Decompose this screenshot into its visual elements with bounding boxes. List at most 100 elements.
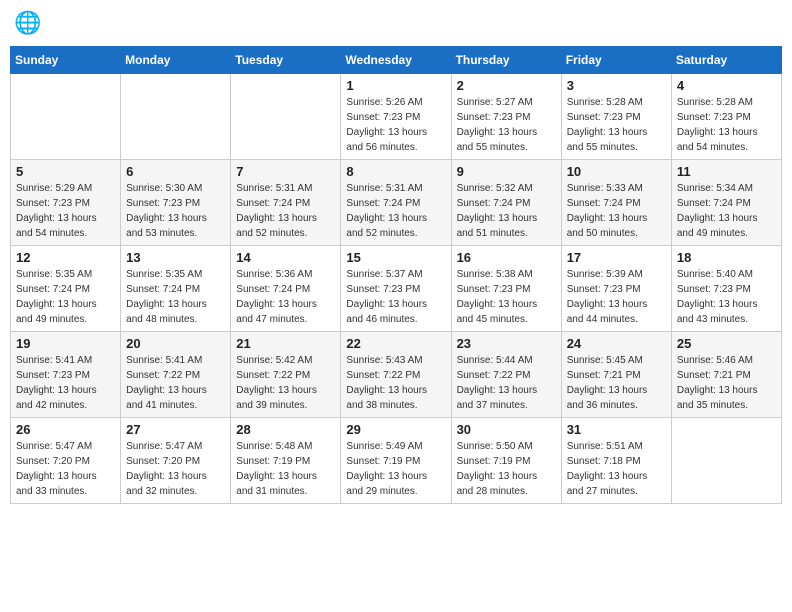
day-info: Sunrise: 5:38 AMSunset: 7:23 PMDaylight:…	[457, 267, 556, 327]
day-info: Sunrise: 5:51 AMSunset: 7:18 PMDaylight:…	[567, 439, 666, 499]
day-number: 4	[677, 78, 776, 93]
calendar-day-cell: 6Sunrise: 5:30 AMSunset: 7:23 PMDaylight…	[121, 160, 231, 246]
calendar-day-cell: 5Sunrise: 5:29 AMSunset: 7:23 PMDaylight…	[11, 160, 121, 246]
calendar-day-cell: 7Sunrise: 5:31 AMSunset: 7:24 PMDaylight…	[231, 160, 341, 246]
day-number: 10	[567, 164, 666, 179]
calendar-day-cell: 1Sunrise: 5:26 AMSunset: 7:23 PMDaylight…	[341, 74, 451, 160]
day-number: 30	[457, 422, 556, 437]
day-number: 17	[567, 250, 666, 265]
day-info: Sunrise: 5:41 AMSunset: 7:22 PMDaylight:…	[126, 353, 225, 413]
day-info: Sunrise: 5:50 AMSunset: 7:19 PMDaylight:…	[457, 439, 556, 499]
day-info: Sunrise: 5:36 AMSunset: 7:24 PMDaylight:…	[236, 267, 335, 327]
day-number: 16	[457, 250, 556, 265]
day-number: 26	[16, 422, 115, 437]
calendar-day-cell: 20 Sunrise: 5:41 AMSunset: 7:22 PMDayligh…	[121, 332, 231, 418]
calendar-day-cell: 14 Sunrise: 5:36 AMSunset: 7:24 PMDayligh…	[231, 246, 341, 332]
day-number: 15	[346, 250, 445, 265]
day-number: 22	[346, 336, 445, 351]
calendar-header-cell: Thursday	[451, 47, 561, 74]
calendar-header-cell: Sunday	[11, 47, 121, 74]
page-header: 🌐	[10, 10, 782, 38]
calendar-day-cell: 22Sunrise: 5:43 AMSunset: 7:22 PMDayligh…	[341, 332, 451, 418]
day-info: Sunrise: 5:32 AMSunset: 7:24 PMDaylight:…	[457, 181, 556, 241]
day-number: 14	[236, 250, 335, 265]
day-number: 3	[567, 78, 666, 93]
day-info: Sunrise: 5:33 AMSunset: 7:24 PMDaylight:…	[567, 181, 666, 241]
calendar-day-cell: 23 Sunrise: 5:44 AMSunset: 7:22 PMDayligh…	[451, 332, 561, 418]
day-number: 2	[457, 78, 556, 93]
calendar-day-cell: 12 Sunrise: 5:35 AMSunset: 7:24 PMDayligh…	[11, 246, 121, 332]
calendar-header-cell: Wednesday	[341, 47, 451, 74]
day-number: 7	[236, 164, 335, 179]
day-number: 20	[126, 336, 225, 351]
calendar-header-cell: Saturday	[671, 47, 781, 74]
day-info: Sunrise: 5:35 AMSunset: 7:24 PMDaylight:…	[16, 267, 115, 327]
calendar-day-cell	[231, 74, 341, 160]
day-number: 31	[567, 422, 666, 437]
calendar-day-cell: 15 Sunrise: 5:37 AMSunset: 7:23 PMDayligh…	[341, 246, 451, 332]
day-info: Sunrise: 5:28 AMSunset: 7:23 PMDaylight:…	[677, 95, 776, 155]
calendar-day-cell: 29 Sunrise: 5:49 AMSunset: 7:19 PMDayligh…	[341, 418, 451, 504]
day-info: Sunrise: 5:48 AMSunset: 7:19 PMDaylight:…	[236, 439, 335, 499]
calendar-header-cell: Tuesday	[231, 47, 341, 74]
calendar-table: SundayMondayTuesdayWednesdayThursdayFrid…	[10, 46, 782, 504]
day-info: Sunrise: 5:42 AMSunset: 7:22 PMDaylight:…	[236, 353, 335, 413]
day-info: Sunrise: 5:47 AMSunset: 7:20 PMDaylight:…	[126, 439, 225, 499]
day-info: Sunrise: 5:49 AMSunset: 7:19 PMDaylight:…	[346, 439, 445, 499]
calendar-day-cell: 9 Sunrise: 5:32 AMSunset: 7:24 PMDaylight…	[451, 160, 561, 246]
calendar-week-row: 26 Sunrise: 5:47 AMSunset: 7:20 PMDayligh…	[11, 418, 782, 504]
calendar-header-cell: Monday	[121, 47, 231, 74]
day-info: Sunrise: 5:35 AMSunset: 7:24 PMDaylight:…	[126, 267, 225, 327]
day-info: Sunrise: 5:31 AMSunset: 7:24 PMDaylight:…	[346, 181, 445, 241]
calendar-day-cell: 10 Sunrise: 5:33 AMSunset: 7:24 PMDayligh…	[561, 160, 671, 246]
calendar-week-row: 1Sunrise: 5:26 AMSunset: 7:23 PMDaylight…	[11, 74, 782, 160]
calendar-header: SundayMondayTuesdayWednesdayThursdayFrid…	[11, 47, 782, 74]
day-number: 27	[126, 422, 225, 437]
day-number: 29	[346, 422, 445, 437]
calendar-day-cell: 13 Sunrise: 5:35 AMSunset: 7:24 PMDayligh…	[121, 246, 231, 332]
calendar-day-cell: 11Sunrise: 5:34 AMSunset: 7:24 PMDayligh…	[671, 160, 781, 246]
calendar-header-cell: Friday	[561, 47, 671, 74]
day-info: Sunrise: 5:45 AMSunset: 7:21 PMDaylight:…	[567, 353, 666, 413]
day-number: 11	[677, 164, 776, 179]
day-number: 8	[346, 164, 445, 179]
day-number: 23	[457, 336, 556, 351]
day-info: Sunrise: 5:39 AMSunset: 7:23 PMDaylight:…	[567, 267, 666, 327]
day-info: Sunrise: 5:44 AMSunset: 7:22 PMDaylight:…	[457, 353, 556, 413]
day-number: 9	[457, 164, 556, 179]
logo: 🌐	[14, 10, 44, 38]
logo-icon: 🌐	[14, 10, 42, 38]
calendar-day-cell: 21 Sunrise: 5:42 AMSunset: 7:22 PMDayligh…	[231, 332, 341, 418]
calendar-day-cell: 25Sunrise: 5:46 AMSunset: 7:21 PMDayligh…	[671, 332, 781, 418]
day-info: Sunrise: 5:28 AMSunset: 7:23 PMDaylight:…	[567, 95, 666, 155]
calendar-day-cell: 27 Sunrise: 5:47 AMSunset: 7:20 PMDayligh…	[121, 418, 231, 504]
day-number: 12	[16, 250, 115, 265]
calendar-day-cell	[671, 418, 781, 504]
day-info: Sunrise: 5:27 AMSunset: 7:23 PMDaylight:…	[457, 95, 556, 155]
calendar-day-cell: 31 Sunrise: 5:51 AMSunset: 7:18 PMDayligh…	[561, 418, 671, 504]
day-number: 25	[677, 336, 776, 351]
day-number: 28	[236, 422, 335, 437]
calendar-day-cell	[121, 74, 231, 160]
calendar-body: 1Sunrise: 5:26 AMSunset: 7:23 PMDaylight…	[11, 74, 782, 504]
day-info: Sunrise: 5:37 AMSunset: 7:23 PMDaylight:…	[346, 267, 445, 327]
calendar-day-cell: 19 Sunrise: 5:41 AMSunset: 7:23 PMDayligh…	[11, 332, 121, 418]
day-info: Sunrise: 5:41 AMSunset: 7:23 PMDaylight:…	[16, 353, 115, 413]
day-info: Sunrise: 5:40 AMSunset: 7:23 PMDaylight:…	[677, 267, 776, 327]
calendar-day-cell: 2 Sunrise: 5:27 AMSunset: 7:23 PMDaylight…	[451, 74, 561, 160]
calendar-day-cell: 28 Sunrise: 5:48 AMSunset: 7:19 PMDayligh…	[231, 418, 341, 504]
day-number: 5	[16, 164, 115, 179]
svg-text:🌐: 🌐	[14, 10, 41, 35]
day-number: 13	[126, 250, 225, 265]
day-number: 21	[236, 336, 335, 351]
day-number: 18	[677, 250, 776, 265]
calendar-week-row: 12 Sunrise: 5:35 AMSunset: 7:24 PMDayligh…	[11, 246, 782, 332]
calendar-day-cell: 24Sunrise: 5:45 AMSunset: 7:21 PMDayligh…	[561, 332, 671, 418]
calendar-day-cell: 8 Sunrise: 5:31 AMSunset: 7:24 PMDaylight…	[341, 160, 451, 246]
calendar-day-cell: 16 Sunrise: 5:38 AMSunset: 7:23 PMDayligh…	[451, 246, 561, 332]
calendar-day-cell: 26Sunrise: 5:47 AMSunset: 7:20 PMDayligh…	[11, 418, 121, 504]
calendar-week-row: 5Sunrise: 5:29 AMSunset: 7:23 PMDaylight…	[11, 160, 782, 246]
day-number: 19	[16, 336, 115, 351]
day-number: 6	[126, 164, 225, 179]
day-info: Sunrise: 5:26 AMSunset: 7:23 PMDaylight:…	[346, 95, 445, 155]
